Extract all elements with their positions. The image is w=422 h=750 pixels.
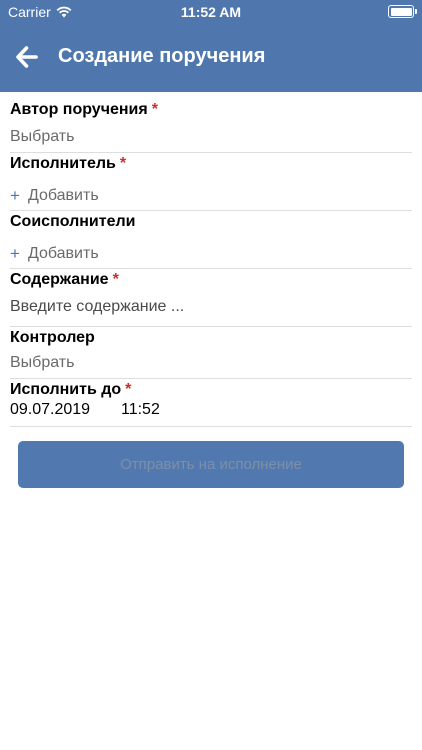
required-mark: * bbox=[112, 271, 119, 288]
plus-icon: + bbox=[10, 186, 20, 205]
controller-field[interactable]: Контролер Выбрать bbox=[10, 327, 412, 379]
order-form: Автор поручения * Выбрать Исполнитель * + … bbox=[0, 92, 422, 427]
nav-bar: Создание поручения bbox=[0, 34, 422, 78]
executor-field: Исполнитель * + Добавить bbox=[10, 153, 412, 211]
content-field: Содержание * bbox=[10, 269, 412, 327]
page-title: Создание поручения bbox=[58, 45, 266, 67]
deadline-label-row: Исполнить до * bbox=[10, 381, 131, 399]
plus-icon: + bbox=[10, 244, 20, 263]
coexecutors-field: Соисполнители + Добавить bbox=[10, 211, 412, 269]
content-label: Содержание bbox=[10, 271, 109, 288]
author-select[interactable]: Выбрать bbox=[10, 128, 74, 146]
required-mark: * bbox=[125, 381, 132, 398]
add-coexecutor-label: Добавить bbox=[27, 245, 99, 262]
add-executor-button[interactable]: + Добавить bbox=[10, 186, 99, 206]
deadline-field: Исполнить до * 09.07.2019 11:52 bbox=[10, 379, 412, 427]
status-time: 11:52 AM bbox=[180, 4, 242, 20]
author-label: Автор поручения bbox=[10, 101, 148, 118]
deadline-label: Исполнить до bbox=[10, 381, 122, 398]
submit-button[interactable]: Отправить на исполнение bbox=[18, 441, 404, 488]
executor-label: Исполнитель bbox=[10, 155, 116, 172]
arrow-left-icon bbox=[16, 46, 38, 68]
controller-label-row: Контролер bbox=[10, 329, 95, 347]
back-button[interactable] bbox=[16, 44, 46, 70]
content-label-row: Содержание * bbox=[10, 271, 119, 289]
deadline-values: 09.07.2019 11:52 bbox=[10, 401, 160, 419]
coexecutors-label: Соисполнители bbox=[10, 213, 136, 230]
status-bar: Carrier 11:52 AM bbox=[0, 0, 422, 24]
executor-label-row: Исполнитель * bbox=[10, 155, 126, 173]
deadline-date[interactable]: 09.07.2019 bbox=[10, 401, 121, 419]
controller-label: Контролер bbox=[10, 329, 95, 346]
controller-select[interactable]: Выбрать bbox=[10, 354, 74, 372]
required-mark: * bbox=[119, 155, 127, 172]
author-field[interactable]: Автор поручения * Выбрать bbox=[10, 92, 412, 153]
battery-icon bbox=[388, 5, 417, 18]
author-label-row: Автор поручения * bbox=[10, 101, 158, 119]
deadline-time[interactable]: 11:52 bbox=[121, 401, 160, 419]
add-executor-label: Добавить bbox=[27, 187, 99, 204]
content-input[interactable] bbox=[10, 298, 412, 316]
coexecutors-label-row: Соисполнители bbox=[10, 213, 136, 231]
app-header: Carrier 11:52 AM Создание поручения bbox=[0, 0, 422, 92]
add-coexecutor-button[interactable]: + Добавить bbox=[10, 244, 99, 264]
required-mark: * bbox=[151, 101, 158, 118]
